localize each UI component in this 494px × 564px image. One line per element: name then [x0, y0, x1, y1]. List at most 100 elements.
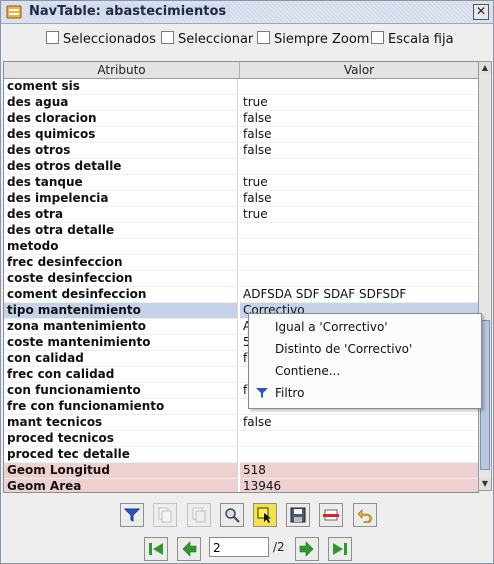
value-cell[interactable] [240, 79, 478, 95]
option-label: Seleccionados [63, 32, 156, 47]
attribute-table: Atributo Valor coment sis des agua true des… [3, 61, 479, 493]
option-escala-fija[interactable]: Escala fija [371, 31, 454, 47]
record-navigation: 2 /2 [1, 535, 493, 561]
table-row[interactable]: des cloracion false [4, 111, 478, 127]
attribute-cell: fre con funcionamiento [4, 399, 238, 415]
value-cell[interactable] [240, 431, 478, 447]
value-cell[interactable]: 518 [240, 463, 478, 479]
table-row[interactable]: Geom Area 13946 [4, 479, 478, 492]
checkbox-icon[interactable] [46, 31, 59, 44]
select-button[interactable] [253, 503, 277, 527]
record-total: /2 [273, 540, 285, 554]
menu-item-igual[interactable]: Igual a 'Correctivo' [249, 316, 481, 338]
vertical-scrollbar[interactable]: ▲ ▼ [478, 61, 492, 491]
option-seleccionados[interactable]: Seleccionados [46, 31, 156, 47]
value-cell[interactable] [240, 239, 478, 255]
option-seleccionar[interactable]: Seleccionar [161, 31, 253, 47]
value-cell[interactable] [240, 447, 478, 463]
attribute-cell: tipo mantenimiento [4, 303, 238, 319]
table-row[interactable]: des impelencia false [4, 191, 478, 207]
value-cell[interactable]: 13946 [240, 479, 478, 492]
attribute-cell: frec desinfeccion [4, 255, 238, 271]
last-record-button[interactable] [328, 537, 352, 561]
select-cursor-icon [257, 507, 271, 523]
zoom-button[interactable] [220, 503, 244, 527]
attribute-cell: mant tecnicos [4, 415, 238, 431]
checkbox-icon[interactable] [161, 31, 174, 44]
attribute-cell: metodo [4, 239, 238, 255]
table-row[interactable]: des otra true [4, 207, 478, 223]
attribute-cell: des otros detalle [4, 159, 238, 175]
attribute-cell: Geom Area [4, 479, 238, 492]
option-label: Escala fija [388, 32, 454, 47]
value-cell[interactable]: false [240, 191, 478, 207]
table-row[interactable]: metodo [4, 239, 478, 255]
attribute-cell: con funcionamiento [4, 383, 238, 399]
table-row[interactable]: coment desinfeccion ADFSDA SDF SDAF SDFSD… [4, 287, 478, 303]
table-row[interactable]: frec desinfeccion [4, 255, 478, 271]
next-record-button[interactable] [295, 537, 319, 561]
attribute-cell: Geom Longitud [4, 463, 238, 479]
undo-icon [357, 509, 372, 523]
table-row[interactable]: mant tecnicos false [4, 415, 478, 431]
first-arrow-icon [149, 543, 163, 555]
copy-previous-button[interactable] [187, 503, 211, 527]
record-position-input[interactable]: 2 [209, 537, 269, 557]
attribute-cell: coment sis [4, 79, 238, 95]
checkbox-icon[interactable] [371, 31, 384, 44]
value-cell[interactable]: true [240, 175, 478, 191]
attribute-cell: des quimicos [4, 127, 238, 143]
table-row[interactable]: des otra detalle [4, 223, 478, 239]
value-cell[interactable]: false [240, 111, 478, 127]
context-menu: Igual a 'Correctivo' Distinto de 'Correc… [248, 313, 482, 409]
options-bar: Seleccionados Seleccionar Siempre Zoom E… [1, 27, 493, 51]
attribute-cell: coment desinfeccion [4, 287, 238, 303]
magnifier-icon [225, 508, 240, 523]
menu-item-label: Filtro [275, 386, 305, 400]
table-row[interactable]: des agua true [4, 95, 478, 111]
column-header-atributo[interactable]: Atributo [4, 62, 240, 78]
menu-item-distinto[interactable]: Distinto de 'Correctivo' [249, 338, 481, 360]
save-button[interactable] [286, 503, 310, 527]
delete-button[interactable] [319, 503, 343, 527]
title-bar[interactable]: NavTable: abastecimientos ✕ [1, 1, 493, 24]
value-cell[interactable]: ADFSDA SDF SDAF SDFSDF [240, 287, 478, 303]
copy-previous-icon [192, 507, 206, 523]
option-label: Seleccionar [178, 32, 254, 47]
table-row[interactable]: proced tecnicos [4, 431, 478, 447]
table-row[interactable]: des otros detalle [4, 159, 478, 175]
table-row[interactable]: des otros false [4, 143, 478, 159]
table-row[interactable]: coste desinfeccion [4, 271, 478, 287]
window-title: NavTable: abastecimientos [29, 4, 231, 19]
table-row[interactable]: des tanque true [4, 175, 478, 191]
table-row[interactable]: coment sis [4, 79, 478, 95]
filter-icon [124, 508, 140, 522]
value-cell[interactable] [240, 255, 478, 271]
value-cell[interactable] [240, 223, 478, 239]
menu-item-filtro[interactable]: Filtro [249, 382, 481, 404]
column-header-valor[interactable]: Valor [240, 62, 478, 78]
scroll-up-arrow-icon[interactable]: ▲ [479, 62, 491, 74]
value-cell[interactable] [240, 271, 478, 287]
option-siempre-zoom[interactable]: Siempre Zoom [257, 31, 369, 47]
value-cell[interactable] [240, 159, 478, 175]
value-cell[interactable]: false [240, 127, 478, 143]
previous-record-button[interactable] [177, 537, 201, 561]
checkbox-icon[interactable] [257, 31, 270, 44]
option-label: Siempre Zoom [274, 32, 370, 47]
menu-item-contiene[interactable]: Contiene... [249, 360, 481, 382]
undo-button[interactable] [353, 503, 377, 527]
value-cell[interactable]: true [240, 95, 478, 111]
first-record-button[interactable] [144, 537, 168, 561]
value-cell[interactable]: false [240, 143, 478, 159]
attribute-cell: proced tec detalle [4, 447, 238, 463]
table-row[interactable]: proced tec detalle [4, 447, 478, 463]
table-row[interactable]: Geom Longitud 518 [4, 463, 478, 479]
value-cell[interactable]: true [240, 207, 478, 223]
scroll-down-arrow-icon[interactable]: ▼ [479, 478, 491, 490]
value-cell[interactable]: false [240, 415, 478, 431]
copy-selected-button[interactable] [153, 503, 177, 527]
filter-button[interactable] [120, 503, 144, 527]
close-button[interactable]: ✕ [473, 4, 489, 20]
table-row[interactable]: des quimicos false [4, 127, 478, 143]
